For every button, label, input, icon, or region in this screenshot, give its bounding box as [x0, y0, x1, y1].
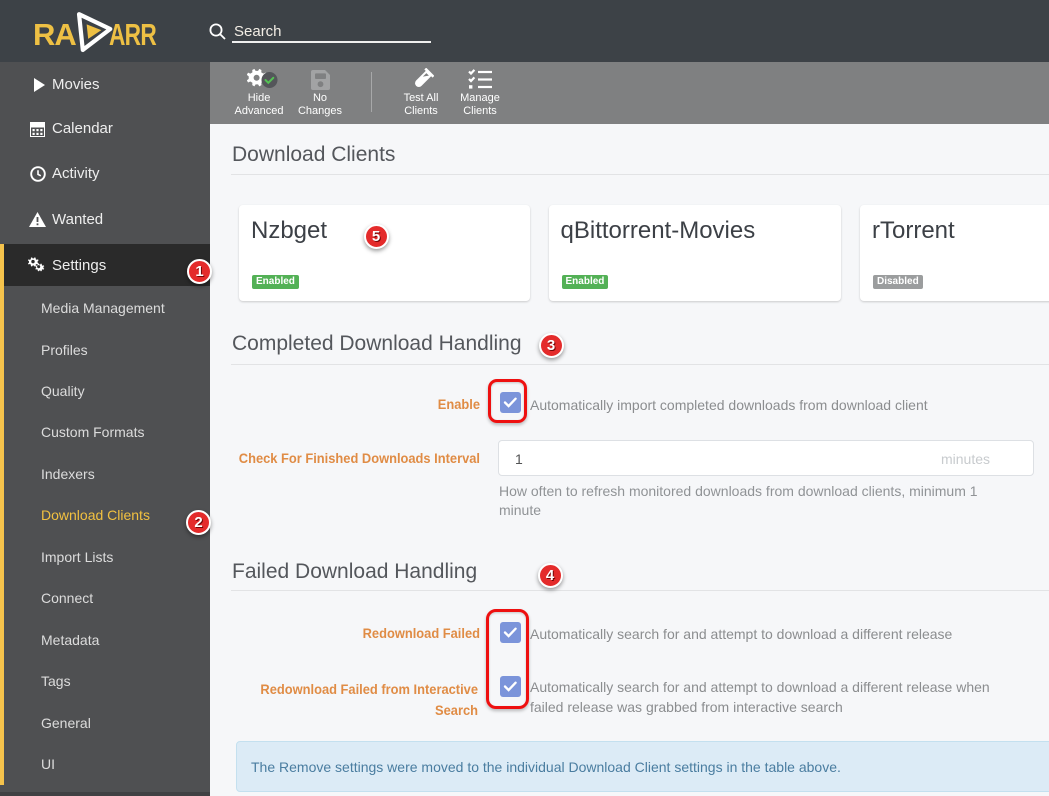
svg-text:RA: RA — [33, 17, 76, 52]
svg-text:ARR: ARR — [109, 17, 156, 52]
